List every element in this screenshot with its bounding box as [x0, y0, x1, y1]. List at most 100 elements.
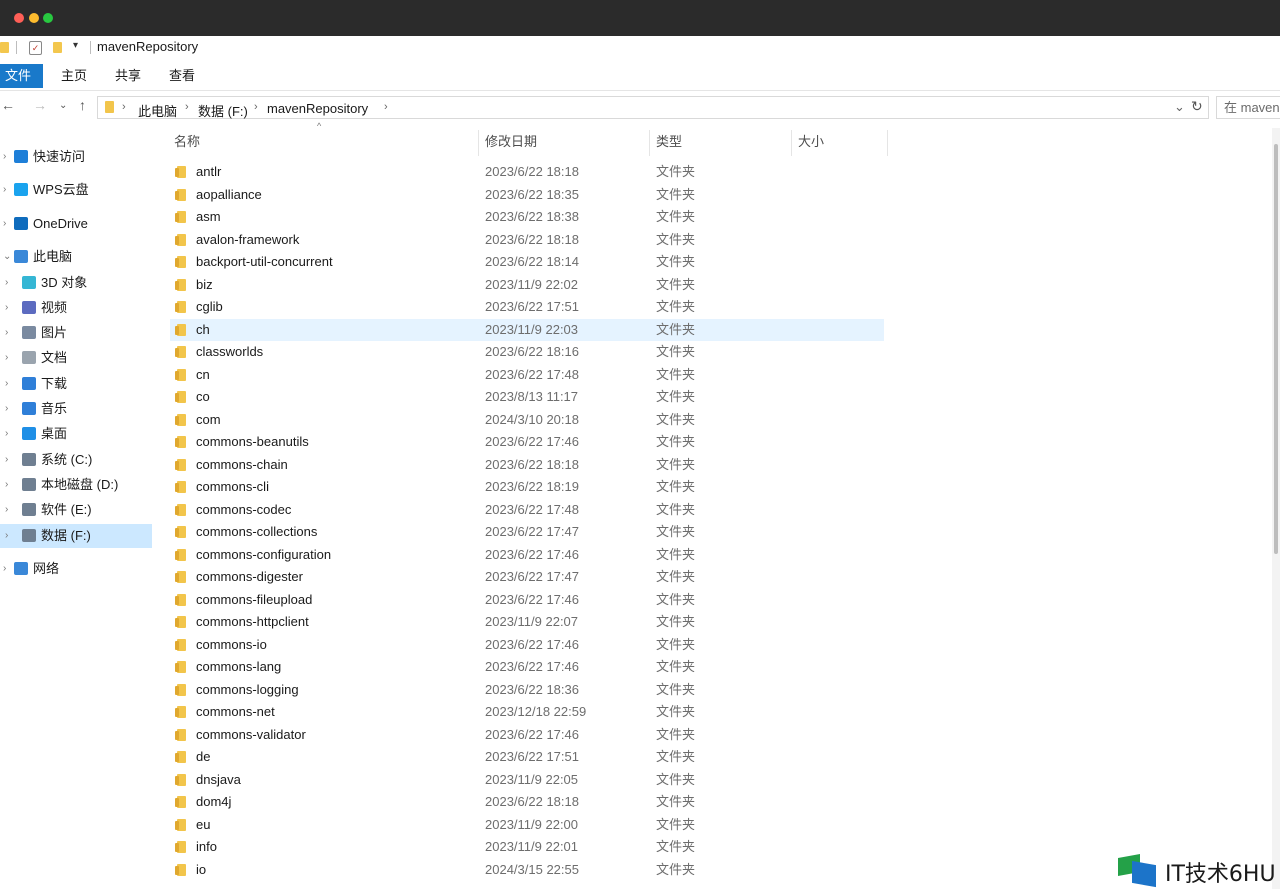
expand-chevron-icon[interactable]: ›	[5, 271, 8, 295]
file-row[interactable]: commons-httpclient 2023/11/9 22:07 文件夹	[170, 611, 890, 634]
properties-icon[interactable]: ✓	[29, 41, 42, 55]
file-row[interactable]: de 2023/6/22 17:51 文件夹	[170, 746, 890, 769]
customize-toolbar-chevron-icon[interactable]: ▾	[73, 40, 78, 51]
maximize-window-button[interactable]	[43, 13, 53, 23]
column-header-date[interactable]: 修改日期	[485, 128, 537, 156]
sidebar-item[interactable]: › 音乐	[0, 397, 152, 421]
expand-chevron-icon[interactable]: ›	[5, 321, 8, 345]
sidebar-item[interactable]: ⌄ 此电脑	[0, 245, 152, 269]
file-row[interactable]: antlr 2023/6/22 18:18 文件夹	[170, 161, 890, 184]
sidebar-item[interactable]: › 数据 (F:)	[0, 524, 152, 548]
sidebar-item[interactable]: › 3D 对象	[0, 271, 152, 295]
tab-share[interactable]: 共享	[115, 64, 141, 88]
sidebar-item[interactable]: › 下载	[0, 372, 152, 396]
tab-view[interactable]: 查看	[169, 64, 195, 88]
breadcrumb-drive-f[interactable]: 数据 (F:)	[198, 101, 248, 120]
expand-chevron-open-icon[interactable]: ⌄	[3, 245, 11, 269]
file-row[interactable]: commons-codec 2023/6/22 17:48 文件夹	[170, 499, 890, 522]
file-type: 文件夹	[656, 681, 696, 697]
refresh-icon[interactable]: ↻	[1191, 98, 1203, 115]
file-row[interactable]: commons-chain 2023/6/22 18:18 文件夹	[170, 454, 890, 477]
expand-chevron-icon[interactable]: ›	[3, 178, 6, 202]
file-row[interactable]: co 2023/8/13 11:17 文件夹	[170, 386, 890, 409]
sidebar-item[interactable]: › 快速访问	[0, 145, 152, 169]
file-row[interactable]: commons-lang 2023/6/22 17:46 文件夹	[170, 656, 890, 679]
sidebar-item[interactable]: › 文档	[0, 346, 152, 370]
file-row[interactable]: commons-net 2023/12/18 22:59 文件夹	[170, 701, 890, 724]
file-row[interactable]: io 2024/3/15 22:55 文件夹	[170, 859, 890, 882]
address-box[interactable]: › 此电脑 › 数据 (F:) › mavenRepository › ⌄	[97, 96, 1209, 119]
back-arrow-icon[interactable]: ←	[1, 97, 15, 113]
sidebar-item[interactable]: › 图片	[0, 321, 152, 345]
file-row[interactable]: commons-logging 2023/6/22 18:36 文件夹	[170, 679, 890, 702]
search-input[interactable]: 在 maven	[1216, 96, 1280, 119]
breadcrumb-separator-icon[interactable]: ›	[185, 101, 189, 113]
file-row[interactable]: ch 2023/11/9 22:03 文件夹	[170, 318, 884, 341]
file-row[interactable]: commons-io 2023/6/22 17:46 文件夹	[170, 634, 890, 657]
vertical-scrollbar-thumb[interactable]	[1274, 144, 1278, 554]
address-history-chevron-icon[interactable]: ⌄	[1174, 99, 1185, 115]
file-row[interactable]: commons-cli 2023/6/22 18:19 文件夹	[170, 476, 890, 499]
file-row[interactable]: info 2023/11/9 22:01 文件夹	[170, 836, 890, 859]
expand-chevron-icon[interactable]: ›	[5, 498, 8, 522]
sidebar-item[interactable]: › 系统 (C:)	[0, 448, 152, 472]
file-row[interactable]: eu 2023/11/9 22:00 文件夹	[170, 814, 890, 837]
file-row[interactable]: commons-digester 2023/6/22 17:47 文件夹	[170, 566, 890, 589]
minimize-window-button[interactable]	[29, 13, 39, 23]
column-divider[interactable]	[478, 130, 479, 156]
sidebar-item[interactable]: › WPS云盘	[0, 178, 152, 202]
expand-chevron-icon[interactable]: ›	[5, 346, 8, 370]
column-divider[interactable]	[791, 130, 792, 156]
breadcrumb-maven-repository[interactable]: mavenRepository	[267, 101, 368, 116]
sidebar-item[interactable]: › OneDrive	[0, 212, 152, 236]
breadcrumb-separator-icon[interactable]: ›	[122, 101, 126, 113]
breadcrumb-this-pc[interactable]: 此电脑	[138, 101, 177, 120]
recent-locations-chevron-icon[interactable]: ⌄	[59, 100, 67, 111]
file-row[interactable]: biz 2023/11/9 22:02 文件夹	[170, 274, 890, 297]
file-row[interactable]: com 2024/3/10 20:18 文件夹	[170, 409, 890, 432]
column-header-size[interactable]: 大小	[798, 128, 824, 156]
breadcrumb-separator-icon[interactable]: ›	[254, 101, 258, 113]
expand-chevron-icon[interactable]: ›	[5, 372, 8, 396]
file-row[interactable]: cglib 2023/6/22 17:51 文件夹	[170, 296, 890, 319]
file-row[interactable]: dom4j 2023/6/22 18:18 文件夹	[170, 791, 890, 814]
sidebar-item[interactable]: › 本地磁盘 (D:)	[0, 473, 152, 497]
expand-chevron-icon[interactable]: ›	[5, 524, 8, 548]
expand-chevron-icon[interactable]: ›	[5, 397, 8, 421]
file-row[interactable]: backport-util-concurrent 2023/6/22 18:14 文…	[170, 251, 890, 274]
expand-chevron-icon[interactable]: ›	[5, 422, 8, 446]
file-type: 文件夹	[656, 321, 696, 337]
sidebar-item[interactable]: › 网络	[0, 557, 152, 581]
column-divider[interactable]	[887, 130, 888, 156]
sidebar-item[interactable]: › 软件 (E:)	[0, 498, 152, 522]
expand-chevron-icon[interactable]: ›	[5, 448, 8, 472]
file-row[interactable]: commons-configuration 2023/6/22 17:46 文件夹	[170, 544, 890, 567]
file-row[interactable]: aopalliance 2023/6/22 18:35 文件夹	[170, 184, 890, 207]
new-folder-icon[interactable]	[53, 42, 62, 53]
file-row[interactable]: commons-beanutils 2023/6/22 17:46 文件夹	[170, 431, 890, 454]
sidebar-item[interactable]: › 视频	[0, 296, 152, 320]
file-row[interactable]: avalon-framework 2023/6/22 18:18 文件夹	[170, 229, 890, 252]
file-row[interactable]: commons-collections 2023/6/22 17:47 文件夹	[170, 521, 890, 544]
column-header-type[interactable]: 类型	[656, 128, 682, 156]
forward-arrow-icon[interactable]: →	[33, 97, 47, 113]
breadcrumb-separator-icon[interactable]: ›	[384, 101, 388, 113]
tab-home[interactable]: 主页	[61, 64, 87, 88]
expand-chevron-icon[interactable]: ›	[3, 557, 6, 581]
file-row[interactable]: commons-validator 2023/6/22 17:46 文件夹	[170, 724, 890, 747]
expand-chevron-icon[interactable]: ›	[5, 473, 8, 497]
up-arrow-icon[interactable]: ↑	[79, 97, 86, 113]
column-divider[interactable]	[649, 130, 650, 156]
file-row[interactable]: commons-fileupload 2023/6/22 17:46 文件夹	[170, 589, 890, 612]
file-row[interactable]: cn 2023/6/22 17:48 文件夹	[170, 364, 890, 387]
file-row[interactable]: asm 2023/6/22 18:38 文件夹	[170, 206, 890, 229]
tab-file[interactable]: 文件	[0, 64, 43, 88]
file-row[interactable]: dnsjava 2023/11/9 22:05 文件夹	[170, 769, 890, 792]
expand-chevron-icon[interactable]: ›	[3, 145, 6, 169]
expand-chevron-icon[interactable]: ›	[3, 212, 6, 236]
expand-chevron-icon[interactable]: ›	[5, 296, 8, 320]
sidebar-item[interactable]: › 桌面	[0, 422, 152, 446]
column-header-name[interactable]: 名称	[174, 128, 200, 156]
close-window-button[interactable]	[14, 13, 24, 23]
file-row[interactable]: classworlds 2023/6/22 18:16 文件夹	[170, 341, 890, 364]
